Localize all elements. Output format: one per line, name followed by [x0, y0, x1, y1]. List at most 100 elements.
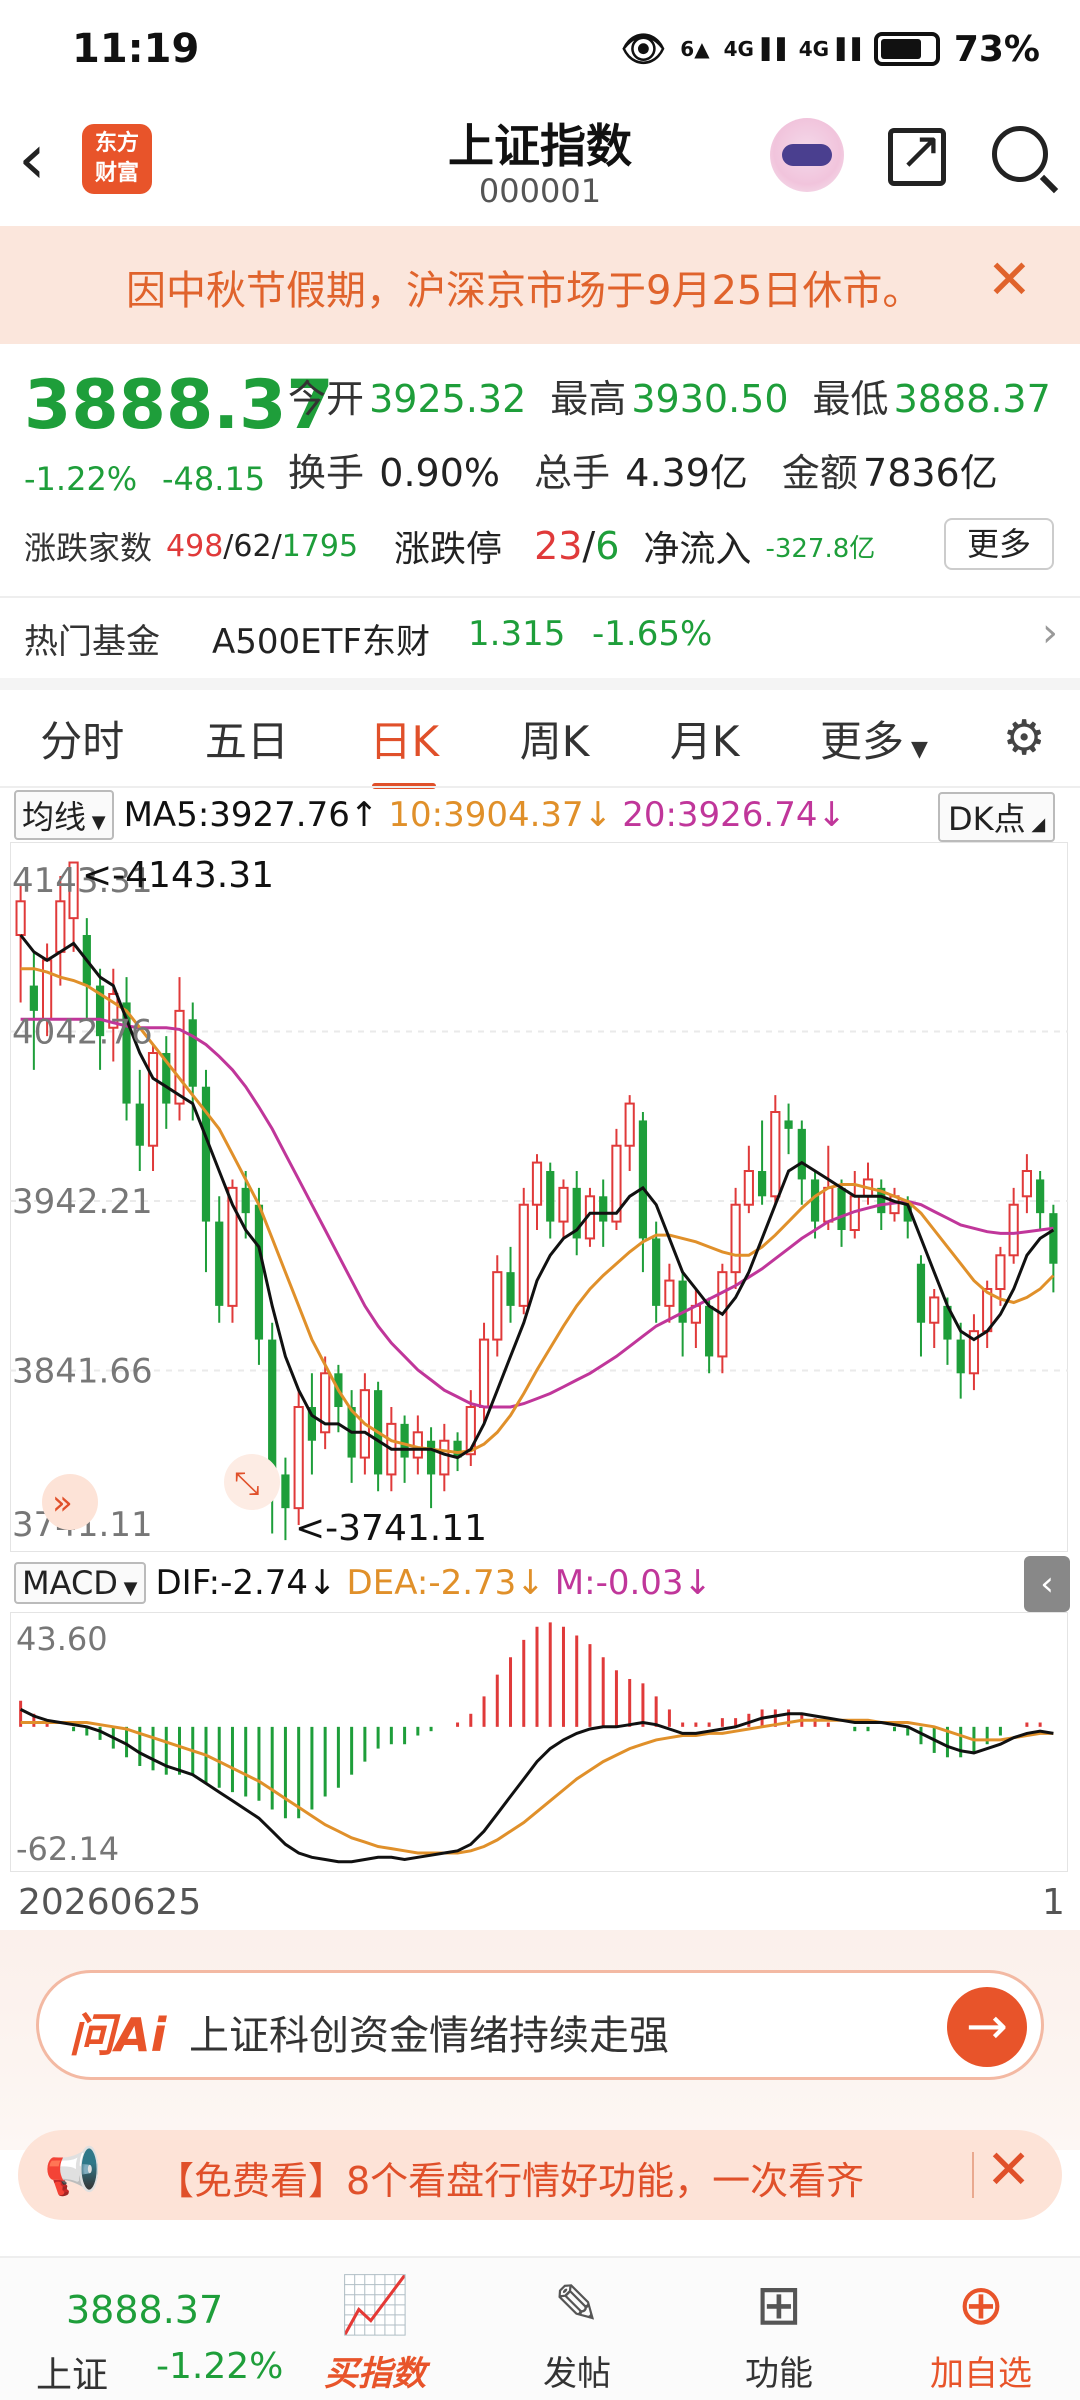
post-button[interactable]: ✎ 发帖 [502, 2274, 652, 2395]
macd-ytick-bottom: -62.14 [16, 1830, 119, 1868]
ai-label: 问Ai [69, 2008, 167, 2062]
assistant-avatar-icon[interactable] [770, 118, 844, 192]
hot-fund-row[interactable]: 热门基金 A500ETF东财 1.315 -1.65% › [0, 600, 1080, 678]
tab-five-day[interactable]: 五日 [199, 708, 295, 769]
tab-more[interactable]: 更多 ▼ [814, 708, 934, 769]
svg-text:⤡: ⤡ [234, 1464, 260, 1502]
market-breadth: 涨跌家数 498/62/1795 涨跌停 23/6 净流入 -327.8亿 [24, 520, 875, 572]
notice-close-icon[interactable]: ✕ [987, 248, 1032, 311]
amount-label: 金额 [781, 451, 858, 495]
breadth-label: 涨跌家数 [24, 529, 153, 567]
expand-arrows-icon[interactable]: » [42, 1474, 98, 1530]
ai-query-bar[interactable]: 问Ai 上证科创资金情绪持续走强 → [36, 1970, 1044, 2080]
macd-chart[interactable]: 43.60 -62.14 [10, 1612, 1068, 1872]
bottom-change: -1.22% [156, 2346, 284, 2387]
candle [717, 1263, 728, 1374]
m-value: M:-0.03↓ [554, 1563, 713, 1603]
ma-selector-label: 均线 [22, 798, 87, 836]
tab-daily-k[interactable]: 日K [364, 708, 446, 769]
open-label: 今开 [288, 377, 365, 421]
low-annotation: <-3741.11 [295, 1508, 487, 1549]
tab-monthly-k[interactable]: 月K [664, 708, 746, 769]
indicator-selector[interactable]: MACD ▼ [14, 1562, 146, 1604]
add-watchlist-button[interactable]: ⊕ 加自选 [906, 2274, 1056, 2395]
wifi-icon: 6▲ [680, 37, 710, 61]
trend-chart-icon: 📈 [340, 2273, 410, 2338]
promo-banner[interactable]: 📢 【免费看】8个看盘行情好功能，一次看齐 ✕ [18, 2130, 1062, 2220]
tab-intraday[interactable]: 分时 [34, 708, 130, 769]
battery-icon [873, 32, 940, 66]
y-tick-label: 3841.66 [12, 1352, 153, 1392]
logo-text-1: 东方 [94, 131, 139, 156]
ma-selector[interactable]: 均线 ▼ [14, 790, 114, 840]
dk-point-button[interactable]: DK点 ◢ [938, 792, 1056, 842]
chevron-left-icon: ‹ [1040, 1564, 1054, 1604]
divider [972, 2152, 974, 2198]
divider [0, 786, 1080, 788]
dif-value: DIF:-2.74↓ [155, 1563, 337, 1603]
high-annotation: <-4143.31 [82, 855, 274, 896]
y-tick-label: 3942.21 [12, 1182, 153, 1222]
y-tick-label: 4042.76 [12, 1013, 153, 1053]
limit-down: 6 [595, 524, 620, 568]
chevron-left-icon: ‹ [18, 118, 46, 200]
limit-up: 23 [534, 524, 583, 568]
bottom-index-name: 上证 [36, 2355, 109, 2396]
divider [0, 678, 1080, 690]
buy-index-button[interactable]: 📈 买指数 [300, 2274, 450, 2395]
notice-text: 因中秋节假期，沪深京市场于9月25日休市。 [126, 268, 923, 314]
status-time: 11:19 [72, 26, 200, 72]
hot-fund-change: -1.65% [592, 614, 713, 654]
change-amount: -48.15 [162, 460, 266, 498]
fullscreen-icon[interactable]: ⤡ [224, 1454, 280, 1510]
gear-icon[interactable]: ⚙ [1003, 710, 1046, 766]
collapse-panel-button[interactable]: ‹ [1024, 1556, 1070, 1612]
candle [770, 1095, 781, 1205]
ma20-value: 20:3926.74↓ [622, 795, 846, 835]
candle [518, 1187, 529, 1315]
turnover-label: 换手 [288, 451, 365, 495]
more-button[interactable]: 更多 [944, 518, 1054, 570]
price-stats: 今开 3925.32 最高 3930.50 最低 3888.37 [288, 368, 1051, 423]
dk-label: DK点 [948, 800, 1026, 838]
chevron-right-icon: › [1042, 610, 1058, 656]
divider [0, 596, 1080, 598]
caret-down-icon: ▼ [904, 736, 928, 762]
macd-ytick-top: 43.60 [16, 1620, 108, 1658]
hot-fund-name: A500ETF东财 [212, 622, 430, 662]
tab-weekly-k[interactable]: 周K [514, 708, 596, 769]
functions-label: 功能 [745, 2354, 813, 2394]
candle [293, 1390, 304, 1526]
share-icon[interactable] [888, 121, 946, 186]
hot-fund-label: 热门基金 [24, 622, 160, 662]
limit-label: 涨跌停 [394, 529, 503, 570]
functions-button[interactable]: ⊞ 功能 [704, 2274, 854, 2395]
netflow-value: -327.8亿 [765, 533, 876, 564]
turnover-value: 0.90% [379, 451, 500, 495]
x-end-marker: 1 [1042, 1882, 1065, 1923]
kline-chart[interactable]: 4143.314042.763942.213841.663741.11 <-41… [10, 842, 1068, 1552]
close-icon[interactable]: ✕ [986, 2138, 1031, 2201]
bottom-price: 3888.37 [66, 2288, 224, 2332]
change-percent: -1.22% [24, 460, 138, 498]
arrow-right-icon[interactable]: → [947, 1987, 1027, 2067]
holiday-notice: 因中秋节假期，沪深京市场于9月25日休市。 ✕ [0, 226, 1080, 344]
tab-more-label: 更多 [820, 716, 905, 766]
add-watchlist-label: 加自选 [930, 2354, 1032, 2394]
buy-index-label: 买指数 [324, 2354, 426, 2394]
ma-legend: 均线 ▼ MA5:3927.76↑ 10:3904.37↓ 20:3926.74… [14, 790, 846, 840]
signal-icon-2: 4G▐▐ [798, 37, 860, 61]
eye-icon: 👁 [620, 29, 667, 70]
post-label: 发帖 [543, 2354, 611, 2394]
low-label: 最低 [812, 377, 889, 421]
macd-legend: MACD ▼ DIF:-2.74↓ DEA:-2.73↓ M:-0.03↓ [14, 1560, 712, 1606]
back-button[interactable]: ‹ [18, 124, 78, 194]
app-logo: 东方 财富 [82, 124, 152, 194]
ma5-value: MA5:3927.76↑ [123, 795, 379, 835]
volume-label: 总手 [534, 451, 611, 495]
header: 上证指数 000001 ‹ 东方 财富 [0, 100, 1080, 225]
dea-value: DEA:-2.73↓ [346, 1563, 545, 1603]
plus-circle-icon: ⊕ [957, 2273, 1005, 2338]
high-label: 最高 [550, 377, 627, 421]
search-icon[interactable] [992, 126, 1048, 182]
